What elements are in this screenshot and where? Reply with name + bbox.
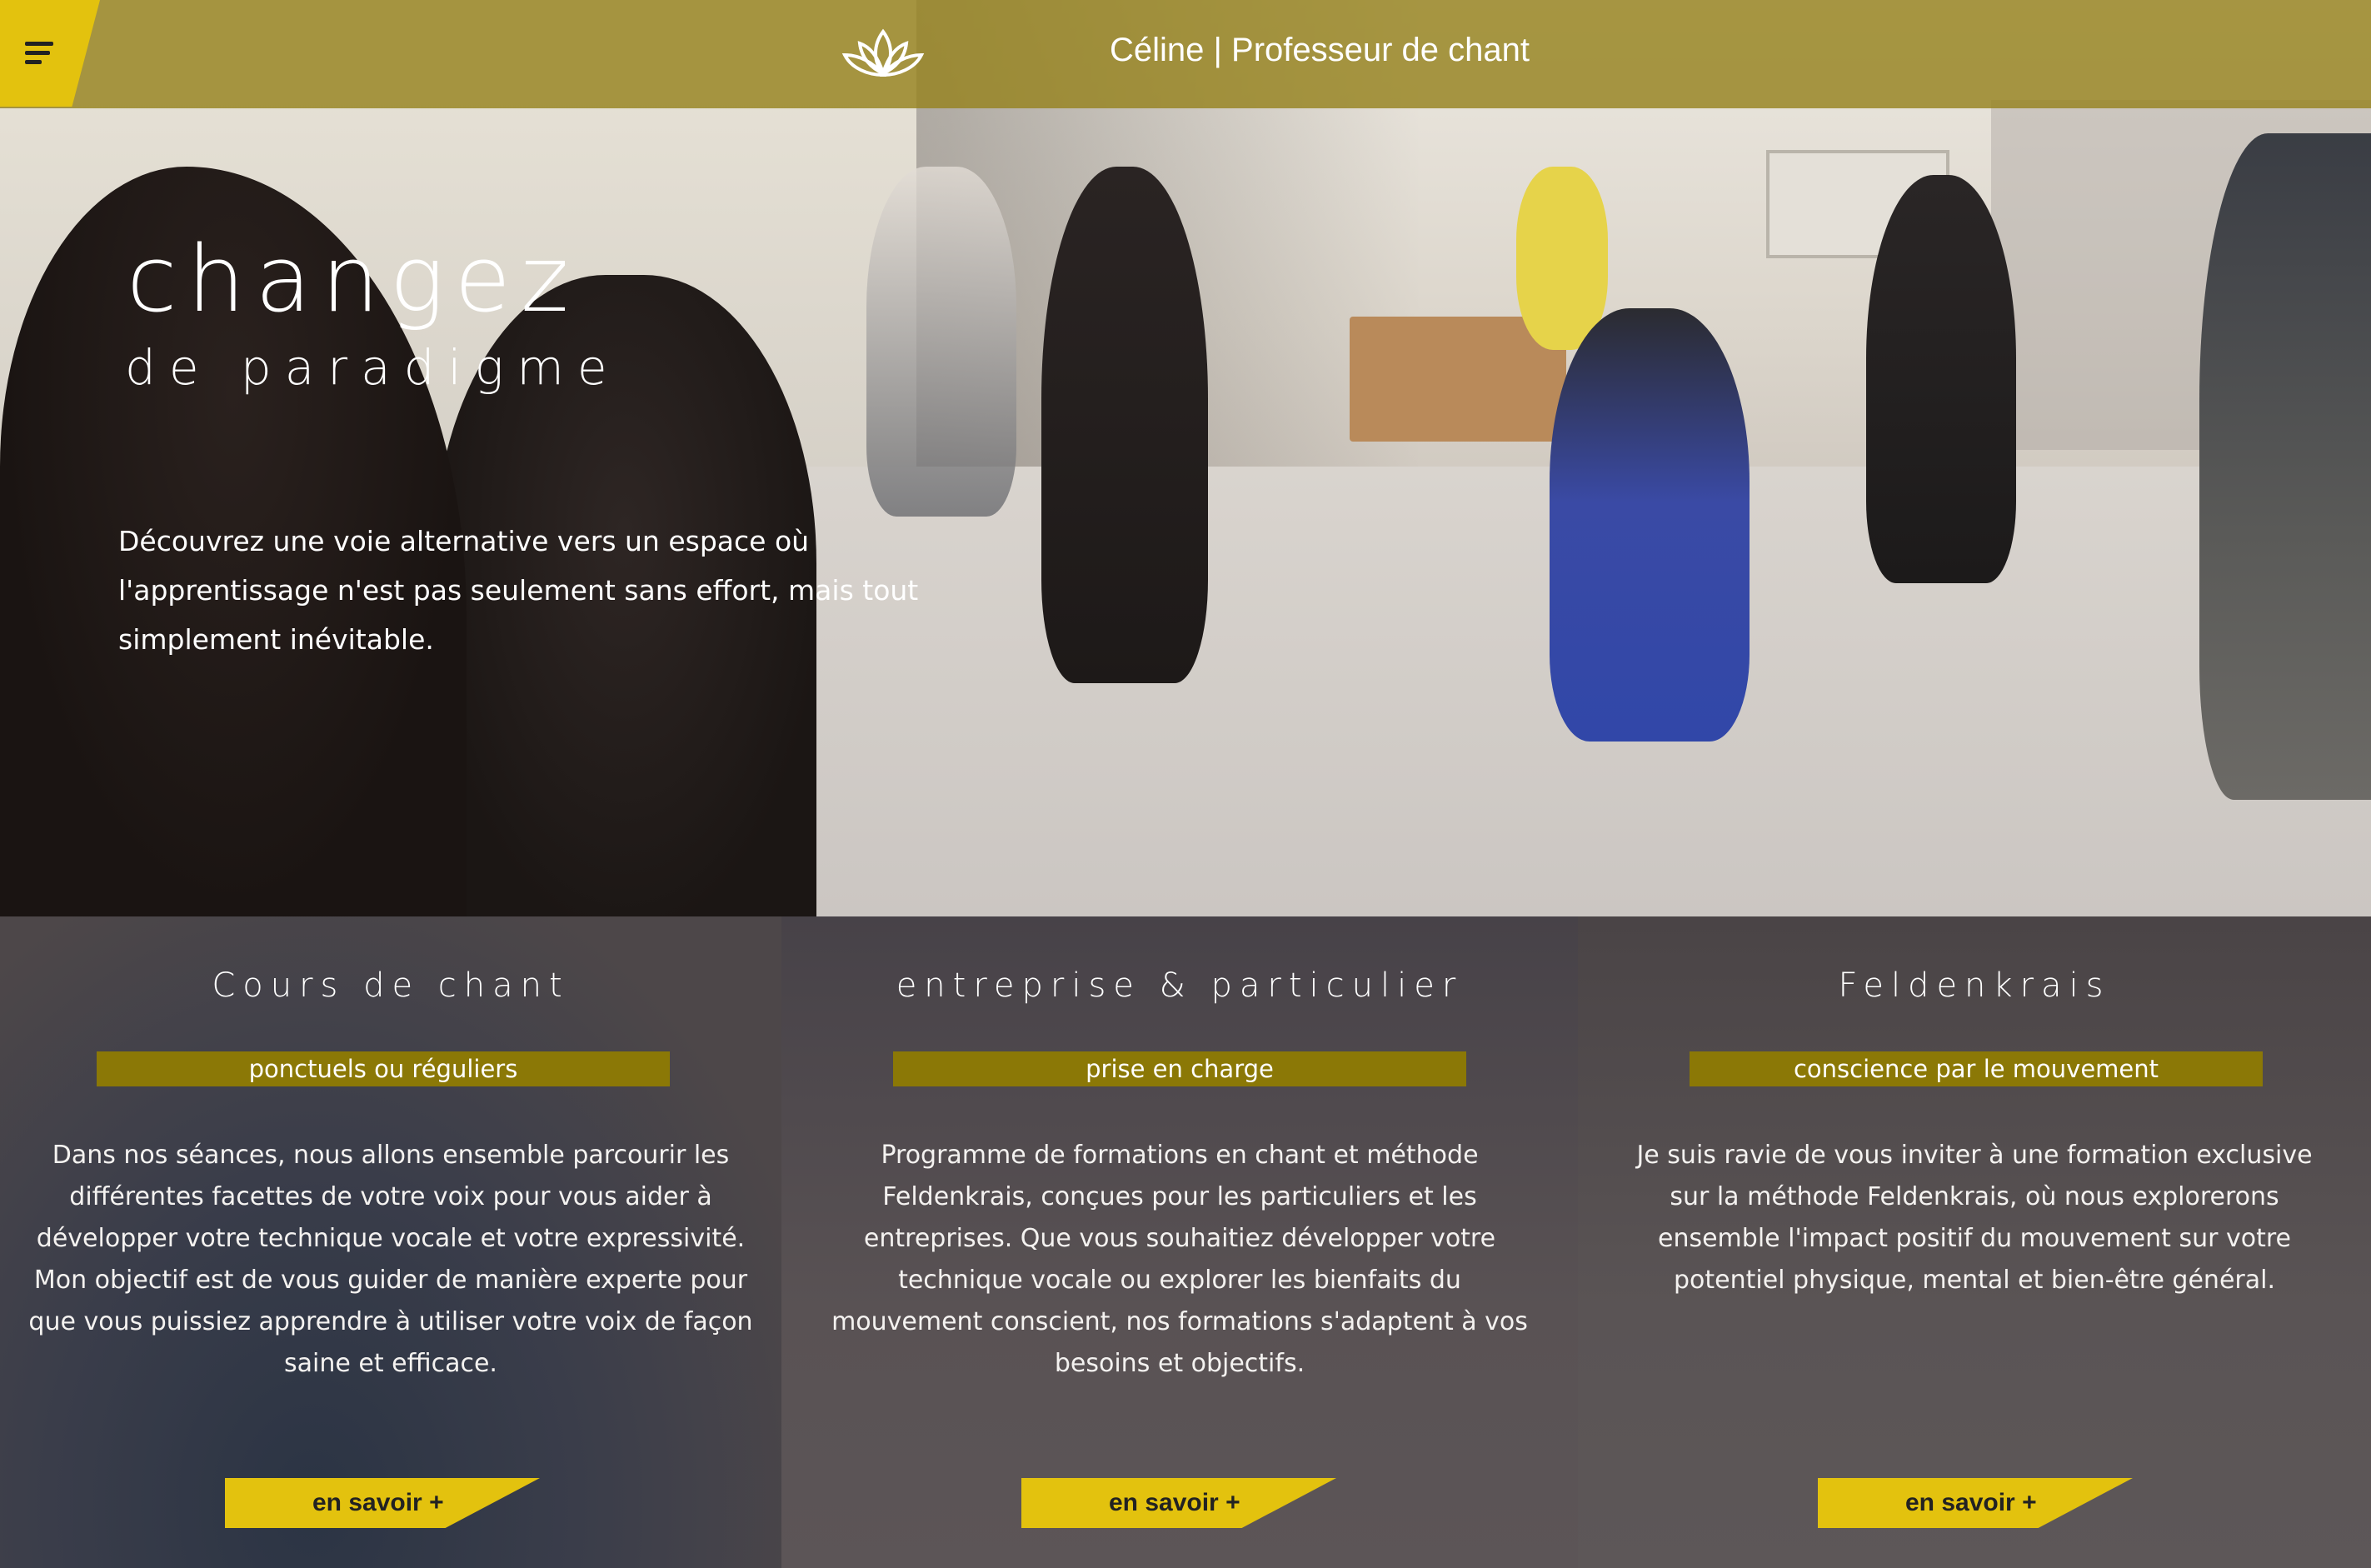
card-cours-de-chant: Cours de chant ponctuels ou réguliers Da… xyxy=(0,916,781,1568)
card-title: Cours de chant xyxy=(212,966,570,1005)
hero-dancer xyxy=(1516,167,1608,350)
card-tag: ponctuels ou réguliers xyxy=(97,1051,670,1086)
card-feldenkrais: Feldenkrais conscience par le mouvement … xyxy=(1578,916,2371,1568)
hero-dancer xyxy=(2199,133,2371,800)
top-bar: Céline | Professeur de chant xyxy=(0,0,2371,108)
menu-button[interactable] xyxy=(0,0,100,107)
lotus-icon[interactable] xyxy=(841,25,925,83)
hero-text: Découvrez une voie alternative vers un e… xyxy=(118,525,919,656)
card-description: Programme de formations en chant et méth… xyxy=(831,1141,1528,1378)
hero-subheading: de paradigme xyxy=(125,339,621,396)
menu-icon xyxy=(25,42,53,69)
learn-more-button[interactable]: en savoir + xyxy=(225,1478,540,1528)
card-tag: prise en charge xyxy=(893,1051,1466,1086)
learn-more-button[interactable]: en savoir + xyxy=(1021,1478,1336,1528)
hero-dancer xyxy=(866,167,1016,517)
services-section: Cours de chant ponctuels ou réguliers Da… xyxy=(0,916,2371,1568)
card-description: Je suis ravie de vous inviter à une form… xyxy=(1636,1141,2313,1295)
site-title[interactable]: Céline | Professeur de chant xyxy=(1110,32,1530,69)
card-title: Feldenkrais xyxy=(1838,966,2111,1005)
learn-more-button[interactable]: en savoir + xyxy=(1818,1478,2133,1528)
hero-heading: changez xyxy=(127,226,579,332)
hero-dancer xyxy=(1041,167,1208,683)
hero-dancer xyxy=(1866,175,2016,583)
card-tag: conscience par le mouvement xyxy=(1690,1051,2263,1086)
hero-section: changez de paradigme Découvrez une voie … xyxy=(0,0,2371,916)
card-title: entreprise & particulier xyxy=(896,966,1464,1005)
card-entreprise-particulier: entreprise & particulier prise en charge… xyxy=(781,916,1578,1568)
hero-dancer xyxy=(1550,308,1750,742)
card-description: Dans nos séances, nous allons ensemble p… xyxy=(28,1141,753,1378)
